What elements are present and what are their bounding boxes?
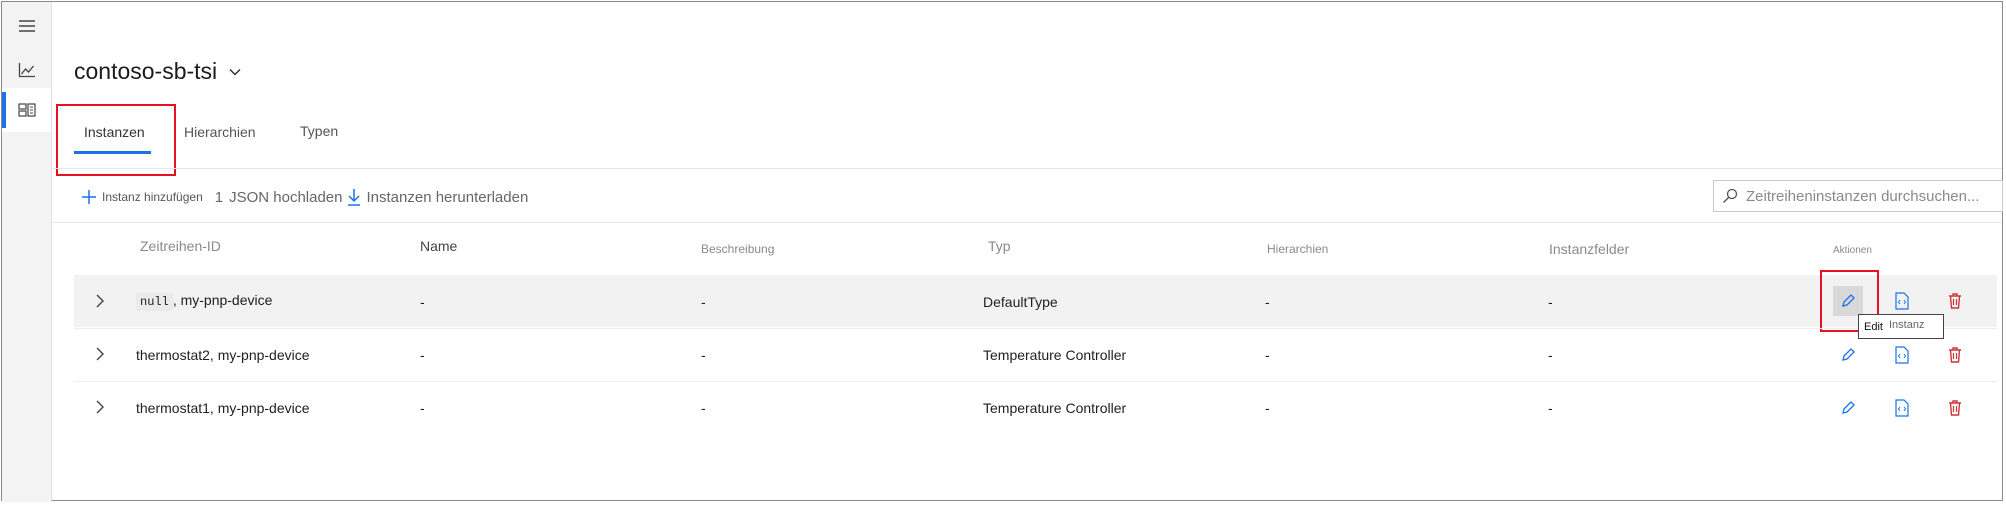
tooltip-instance-text: Instanz bbox=[1889, 319, 1925, 331]
header-hierarchien[interactable]: Hierarchien bbox=[1267, 242, 1328, 256]
add-instance-label: Instanz hinzufügen bbox=[102, 190, 203, 204]
header-aktionen: Aktionen bbox=[1833, 245, 1872, 256]
header-name[interactable]: Name bbox=[420, 238, 457, 254]
chevron-right-icon[interactable] bbox=[96, 294, 104, 308]
download-icon bbox=[347, 188, 361, 206]
tooltip-edit-text: Edit bbox=[1864, 321, 1883, 333]
cell-hierarchies: - bbox=[1265, 400, 1270, 416]
cell-type: Temperature Controller bbox=[983, 347, 1127, 363]
trash-icon bbox=[1948, 293, 1962, 309]
delete-button[interactable] bbox=[1940, 393, 1970, 423]
header-typ[interactable]: Typ bbox=[988, 238, 1011, 254]
cell-name: - bbox=[420, 347, 425, 363]
chart-icon bbox=[18, 62, 36, 78]
cell-zeitreihen-id: null, my-pnp-device bbox=[136, 292, 273, 311]
search-input[interactable] bbox=[1744, 186, 1988, 206]
cell-fields: - bbox=[1548, 347, 1553, 363]
cell-type: Temperature Controller bbox=[983, 400, 1127, 416]
cell-description: - bbox=[701, 347, 706, 363]
pencil-icon bbox=[1840, 400, 1856, 416]
tab-hierarchien[interactable]: Hierarchien bbox=[184, 124, 256, 140]
environment-name: contoso-sb-tsi bbox=[74, 58, 218, 84]
chevron-right-icon[interactable] bbox=[96, 347, 104, 361]
chevron-down-icon bbox=[229, 68, 241, 76]
model-nav-button[interactable] bbox=[2, 88, 51, 132]
delete-button[interactable] bbox=[1940, 340, 1970, 370]
highlight-box-tab bbox=[56, 104, 176, 176]
cell-type: DefaultType bbox=[983, 294, 1058, 310]
toolbar-divider bbox=[52, 222, 2002, 223]
analytics-nav-button[interactable] bbox=[2, 48, 51, 92]
json-doc-icon bbox=[1894, 399, 1910, 417]
toolbar: Instanz hinzufügen 1 JSON hochladen Inst… bbox=[82, 185, 528, 209]
view-json-button[interactable] bbox=[1887, 340, 1917, 370]
json-doc-icon bbox=[1894, 292, 1910, 310]
cell-description: - bbox=[701, 294, 706, 310]
plus-icon bbox=[82, 190, 96, 204]
header-zeitreihen-id[interactable]: Zeitreihen-ID bbox=[140, 238, 221, 254]
menu-button[interactable] bbox=[2, 4, 51, 48]
header-instanzfelder[interactable]: Instanzfelder bbox=[1549, 241, 1629, 257]
left-rail bbox=[2, 2, 52, 502]
upload-json-button[interactable]: 1 JSON hochladen bbox=[215, 189, 343, 206]
cell-name: - bbox=[420, 294, 425, 310]
download-instances-label: Instanzen herunterladen bbox=[366, 188, 529, 206]
cell-hierarchies: - bbox=[1265, 294, 1270, 310]
upload-json-label: JSON hochladen bbox=[229, 188, 343, 206]
pencil-icon bbox=[1840, 347, 1856, 363]
view-json-button[interactable] bbox=[1887, 286, 1917, 316]
cell-name: - bbox=[420, 400, 425, 416]
chevron-right-icon[interactable] bbox=[96, 400, 104, 414]
json-doc-icon bbox=[1894, 346, 1910, 364]
edit-button[interactable] bbox=[1833, 340, 1863, 370]
tabs-divider bbox=[52, 168, 2002, 169]
menu-icon bbox=[18, 19, 36, 33]
cell-zeitreihen-id: thermostat2, my-pnp-device bbox=[136, 347, 310, 363]
cell-fields: - bbox=[1548, 400, 1553, 416]
delete-button[interactable] bbox=[1940, 286, 1970, 316]
null-code: null bbox=[136, 293, 173, 311]
trash-icon bbox=[1948, 400, 1962, 416]
model-icon bbox=[17, 102, 36, 118]
cell-fields: - bbox=[1548, 294, 1553, 310]
edit-button[interactable] bbox=[1833, 393, 1863, 423]
search-icon bbox=[1722, 188, 1738, 204]
add-instance-button[interactable]: Instanz hinzufügen bbox=[82, 190, 203, 204]
cell-hierarchies: - bbox=[1265, 347, 1270, 363]
view-json-button[interactable] bbox=[1887, 393, 1917, 423]
id-text: , my-pnp-device bbox=[172, 292, 273, 308]
search-box[interactable] bbox=[1713, 180, 2003, 212]
download-instances-button[interactable]: Instanzen herunterladen bbox=[347, 188, 529, 206]
upload-count: 1 bbox=[214, 188, 224, 206]
cell-zeitreihen-id: thermostat1, my-pnp-device bbox=[136, 400, 310, 416]
trash-icon bbox=[1948, 347, 1962, 363]
header-beschreibung[interactable]: Beschreibung bbox=[701, 242, 774, 256]
tab-typen[interactable]: Typen bbox=[300, 123, 338, 139]
cell-description: - bbox=[701, 400, 706, 416]
environment-selector[interactable]: contoso-sb-tsi bbox=[74, 58, 241, 85]
